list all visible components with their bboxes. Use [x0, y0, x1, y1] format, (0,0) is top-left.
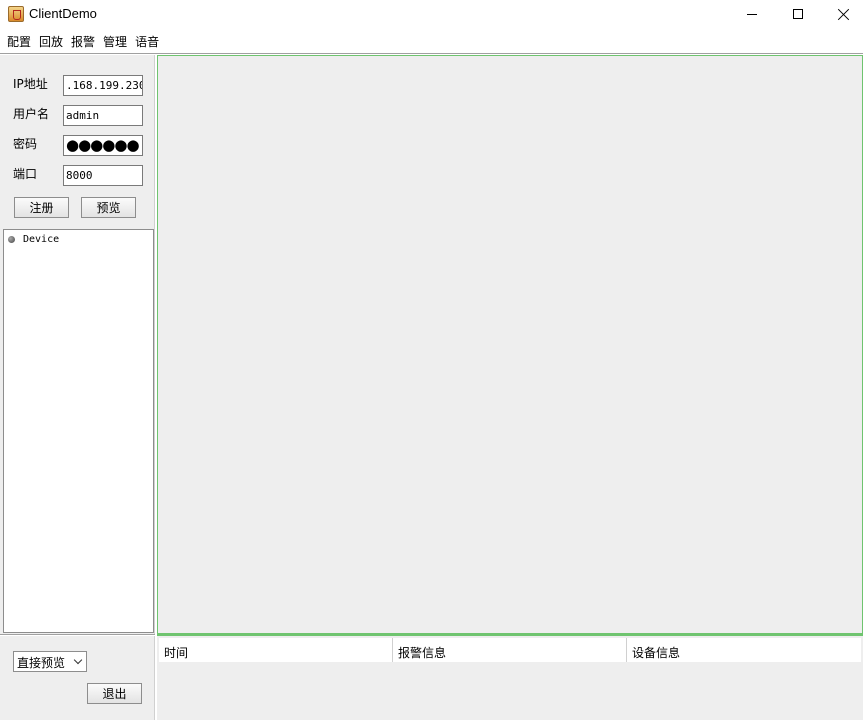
close-button[interactable] [820, 0, 863, 28]
tree-leaf-icon [8, 236, 15, 243]
menu-config[interactable]: 配置 [3, 30, 35, 52]
chevron-down-icon [73, 655, 83, 665]
title-bar: ClientDemo [0, 0, 863, 28]
user-label: 用户名 [13, 107, 50, 121]
tree-node-device[interactable]: Device [8, 234, 59, 245]
menu-playback[interactable]: 回放 [35, 30, 67, 52]
menu-bar: 配置 回放 报警 管理 语音 [0, 30, 863, 52]
alarm-table-header: 时间 报警信息 设备信息 [159, 638, 861, 662]
preview-mode-select[interactable]: 直接预览 [13, 651, 87, 672]
window-title: ClientDemo [29, 6, 97, 21]
port-input[interactable]: 8000 [63, 165, 143, 186]
maximize-button[interactable] [775, 0, 821, 28]
preview-button[interactable]: 预览 [81, 197, 136, 218]
left-panel: IP地址 .168.199.230 用户名 admin 密码 ●●●●●● 端口… [0, 55, 155, 720]
menu-alarm[interactable]: 报警 [67, 30, 99, 52]
tree-node-label: Device [23, 234, 60, 245]
menu-voice[interactable]: 语音 [131, 30, 163, 52]
register-button[interactable]: 注册 [14, 197, 69, 218]
alarm-table: 时间 报警信息 设备信息 [157, 636, 863, 720]
video-preview-area[interactable] [157, 55, 863, 634]
maximize-icon [793, 9, 803, 19]
password-label: 密码 [13, 137, 38, 151]
ip-label: IP地址 [13, 77, 48, 91]
column-device-info[interactable]: 设备信息 [627, 638, 861, 662]
ip-input[interactable]: .168.199.230 [63, 75, 143, 96]
password-input[interactable]: ●●●●●● [63, 135, 143, 156]
user-input[interactable]: admin [63, 105, 143, 126]
exit-button[interactable]: 退出 [87, 683, 142, 704]
close-icon [837, 8, 850, 21]
device-tree[interactable]: Device [3, 229, 154, 633]
left-divider [0, 634, 155, 636]
column-alarm-info[interactable]: 报警信息 [393, 638, 627, 662]
preview-mode-value: 直接预览 [17, 656, 66, 670]
column-time[interactable]: 时间 [159, 638, 393, 662]
port-label: 端口 [13, 167, 38, 181]
menu-manage[interactable]: 管理 [99, 30, 131, 52]
java-cup-icon [8, 6, 24, 22]
minimize-button[interactable] [729, 0, 775, 28]
minimize-icon [747, 13, 757, 15]
